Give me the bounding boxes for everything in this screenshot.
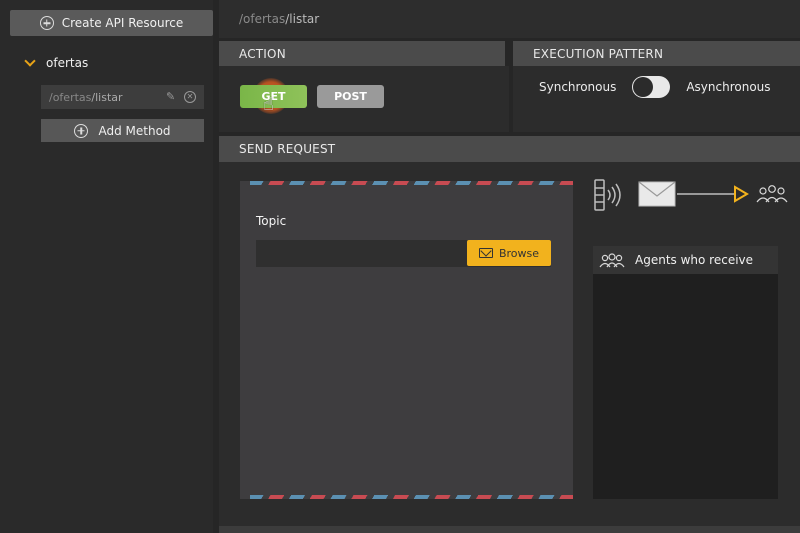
envelope-icon (638, 181, 676, 207)
sidebar: Create API Resource ofertas /ofertas/lis… (0, 0, 213, 533)
close-circle-icon[interactable]: ✕ (184, 91, 196, 103)
execution-header: EXECUTION PATTERN (513, 41, 800, 67)
send-request-header-label: SEND REQUEST (239, 142, 336, 156)
create-api-resource-label: Create API Resource (61, 16, 184, 30)
send-request-panel: Topic Browse Agents who receive (219, 162, 800, 533)
chevron-down-icon[interactable] (24, 55, 36, 67)
execution-pattern-toggle[interactable] (632, 76, 671, 98)
hand-cursor-icon: ☝ (263, 94, 274, 115)
resource-name: ofertas (46, 56, 89, 70)
execution-header-label: EXECUTION PATTERN (533, 47, 664, 61)
method-path-suffix: /listar (91, 90, 123, 104)
browse-button[interactable]: Browse (467, 240, 551, 266)
method-item-listar[interactable]: /ofertas/listar ✎ ✕ (41, 85, 204, 109)
method-path: /ofertas/listar (49, 91, 166, 104)
send-flow-graphic (594, 179, 788, 211)
execution-panel: Synchronous Asynchronous (513, 66, 800, 132)
post-button[interactable]: POST (317, 85, 384, 108)
mail-icon (478, 248, 493, 258)
action-header-label: ACTION (239, 47, 286, 61)
satellite-icon (594, 179, 621, 211)
topic-label: Topic (256, 214, 287, 228)
arrow-right-icon (734, 185, 749, 203)
main-panel: /ofertas/listar ACTION EXECUTION PATTERN… (219, 0, 800, 533)
method-path-prefix: /ofertas (49, 90, 92, 104)
circle-plus-icon (39, 16, 54, 30)
breadcrumb-prefix: /ofertas (239, 12, 286, 26)
send-request-header: SEND REQUEST (219, 136, 800, 162)
action-panel: GET ☝ POST (219, 66, 509, 132)
request-envelope: Topic Browse (240, 181, 573, 499)
browse-label: Browse (498, 246, 540, 260)
add-method-label: Add Method (98, 123, 171, 138)
pencil-icon[interactable]: ✎ (166, 91, 178, 103)
agents-icon (756, 185, 788, 203)
post-label: POST (334, 90, 367, 103)
envelope-stripe-bottom (250, 495, 573, 499)
toggle-knob (633, 77, 654, 97)
agents-icon (599, 253, 625, 268)
sidebar-item-ofertas[interactable]: ofertas (24, 55, 89, 70)
agents-label: Agents who receive (635, 253, 754, 267)
breadcrumb-suffix: /listar (285, 12, 320, 26)
synchronous-label: Synchronous (539, 80, 617, 94)
add-method-button[interactable]: Add Method (41, 119, 204, 142)
envelope-stripe-top (250, 181, 573, 185)
circle-plus-icon (74, 123, 89, 138)
bottom-strip (219, 526, 800, 533)
create-api-resource-button[interactable]: Create API Resource (10, 10, 213, 36)
breadcrumb: /ofertas/listar (219, 0, 800, 38)
action-header: ACTION (219, 41, 505, 67)
asynchronous-label: Asynchronous (686, 80, 771, 94)
agents-panel: Agents who receive (593, 246, 778, 499)
agents-header: Agents who receive (593, 246, 778, 274)
